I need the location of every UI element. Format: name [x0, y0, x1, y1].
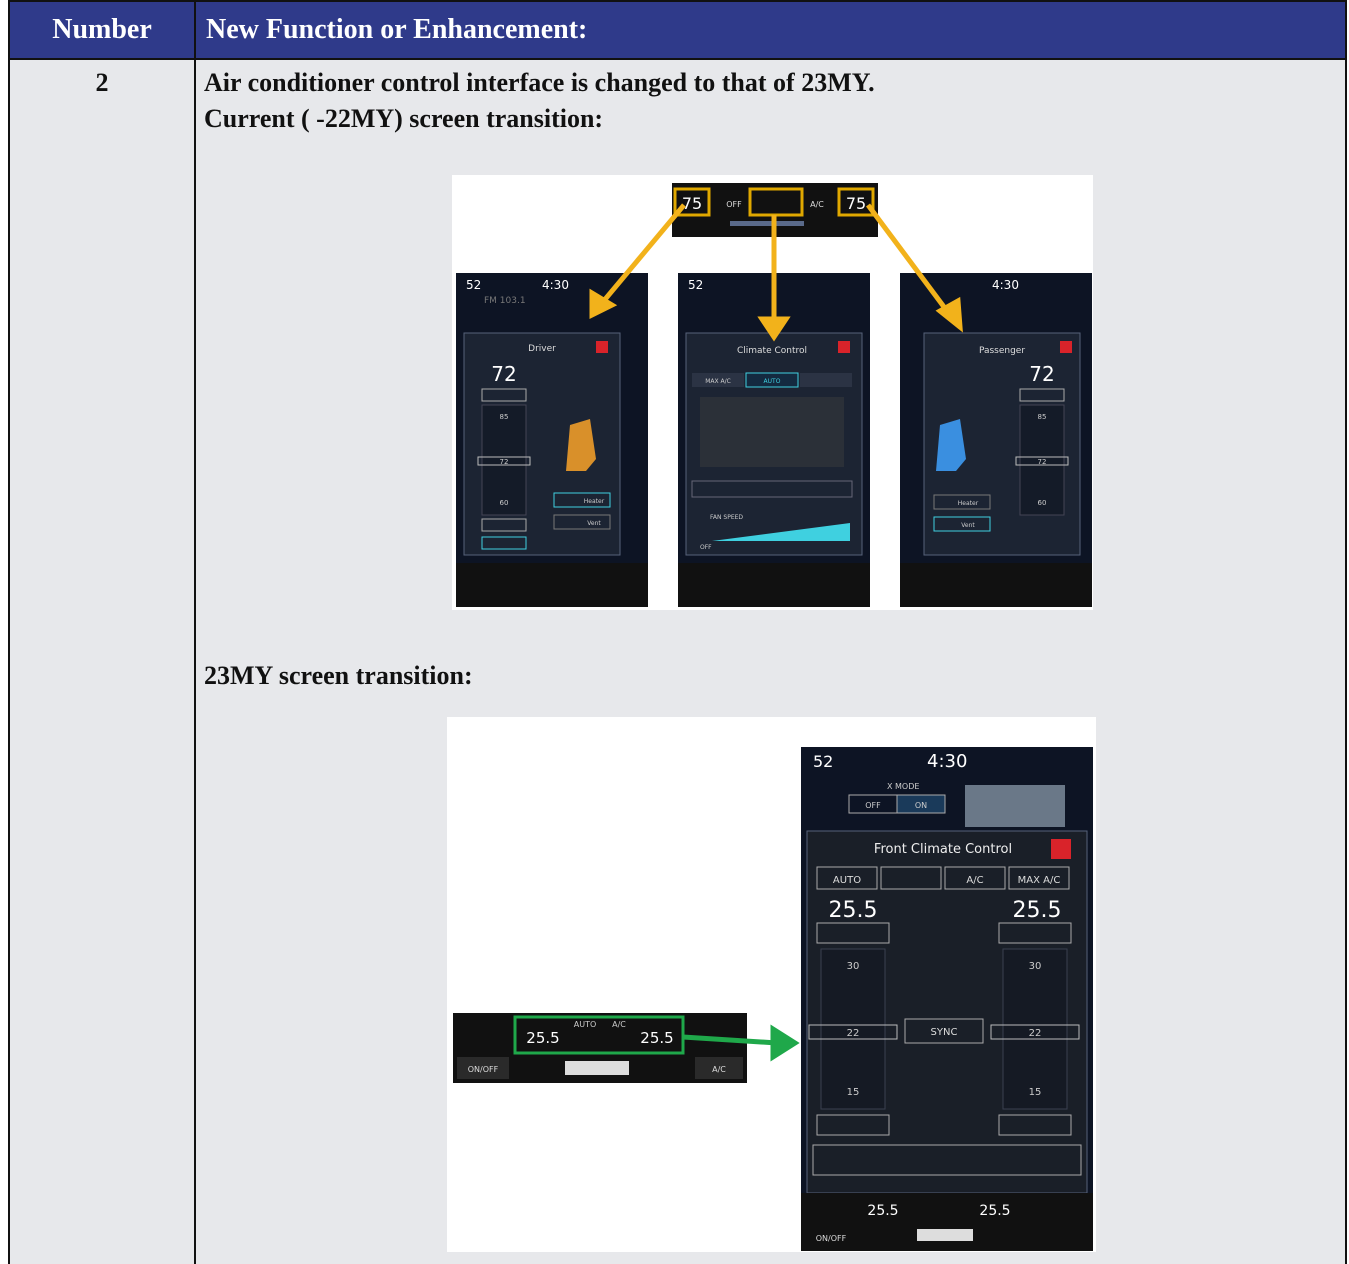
bar-temp-right: 25.5	[640, 1029, 673, 1047]
row-line-3: 23MY screen transition:	[204, 661, 473, 690]
header-function: New Function or Enhancement:	[206, 14, 588, 45]
bar-ac-button: A/C	[712, 1065, 726, 1074]
status-temp: 52	[688, 278, 703, 292]
23my-transition-diagram: 25.5 AUTO A/C 25.5 ON/OFF A/C 52 4:30 X …	[453, 747, 1093, 1251]
figure-current-transition: 75 OFF A/C 75 52 4:30 FM 103.1 Driver 72	[452, 175, 1093, 610]
sync-button: SYNC	[931, 1027, 958, 1038]
front-climate-screen: 52 4:30 X MODE OFF ON Front Climate Cont…	[801, 747, 1093, 1251]
bar-ac: A/C	[810, 200, 824, 209]
bar-off: OFF	[726, 200, 742, 209]
passenger-lo: 60	[1038, 499, 1047, 507]
driver-heater: Heater	[584, 498, 605, 505]
function-table: Number New Function or Enhancement: 2 Ai…	[8, 0, 1347, 1264]
screen-passenger: 4:30 Passenger 72 85 72 60 Heater Vent	[900, 273, 1092, 607]
driver-vent: Vent	[587, 520, 601, 527]
climate-max-ac: MAX A/C	[705, 378, 731, 385]
climate-title: Front Climate Control	[874, 842, 1012, 857]
figure-23my-transition: 25.5 AUTO A/C 25.5 ON/OFF A/C 52 4:30 X …	[447, 717, 1096, 1252]
bottom-onoff: ON/OFF	[816, 1234, 847, 1243]
column-divider	[194, 60, 196, 1264]
max-ac-button: MAX A/C	[1018, 875, 1061, 886]
bottom-temp-right: 25.5	[979, 1203, 1010, 1219]
scale-lo-right: 15	[1029, 1087, 1042, 1098]
status-temp: 52	[813, 752, 833, 771]
driver-title: Driver	[528, 344, 556, 354]
climate-title: Climate Control	[737, 346, 807, 356]
table-row: 2 Air conditioner control interface is c…	[8, 60, 1347, 1264]
auto-button: AUTO	[833, 875, 861, 886]
radio-station: FM 103.1	[484, 296, 526, 306]
passenger-hi: 85	[1038, 413, 1047, 421]
driver-mid: 72	[500, 458, 509, 466]
climate-fan-speed: FAN SPEED	[710, 514, 743, 521]
status-time: 4:30	[927, 751, 967, 772]
bar-ac: A/C	[612, 1020, 626, 1029]
header-number: Number	[10, 2, 196, 58]
xmode-label: X MODE	[887, 782, 919, 791]
driver-temp: 72	[491, 362, 516, 386]
bar-onoff: ON/OFF	[468, 1065, 499, 1074]
scale-hi-right: 30	[1029, 961, 1042, 972]
xmode-off: OFF	[865, 801, 881, 810]
xmode-on: ON	[915, 801, 927, 810]
bottom-temp-left: 25.5	[867, 1203, 898, 1219]
bar-temp-left: 75	[682, 194, 702, 213]
driver-lo: 60	[500, 499, 509, 507]
scale-mid-left: 22	[847, 1028, 860, 1039]
row-number: 2	[95, 68, 109, 97]
row-line-1: Air conditioner control interface is cha…	[204, 68, 875, 97]
passenger-temp: 72	[1029, 362, 1054, 386]
bar-temp-right: 75	[846, 194, 866, 213]
row-line-2: Current ( -22MY) screen transition:	[204, 104, 604, 133]
temp-right: 25.5	[1013, 898, 1062, 923]
current-transition-diagram: 75 OFF A/C 75 52 4:30 FM 103.1 Driver 72	[456, 183, 1092, 607]
scale-lo-left: 15	[847, 1087, 860, 1098]
status-temp: 52	[466, 278, 481, 292]
table-header: Number New Function or Enhancement:	[8, 0, 1347, 60]
scale-mid-right: 22	[1029, 1028, 1042, 1039]
climate-auto: AUTO	[764, 378, 781, 385]
passenger-title: Passenger	[979, 346, 1025, 356]
status-time: 4:30	[542, 278, 569, 292]
screen-driver: 52 4:30 FM 103.1 Driver 72 85 72 60 Heat…	[456, 273, 648, 607]
bar-auto: AUTO	[574, 1020, 597, 1029]
scale-hi-left: 30	[847, 961, 860, 972]
driver-hi: 85	[500, 413, 509, 421]
bar-temp-left: 25.5	[526, 1029, 559, 1047]
ac-button: A/C	[966, 875, 983, 886]
passenger-heater: Heater	[958, 500, 979, 507]
passenger-mid: 72	[1038, 458, 1047, 466]
status-time: 4:30	[992, 278, 1019, 292]
climate-off: OFF	[700, 544, 712, 551]
temp-left: 25.5	[829, 898, 878, 923]
passenger-vent: Vent	[961, 522, 975, 529]
